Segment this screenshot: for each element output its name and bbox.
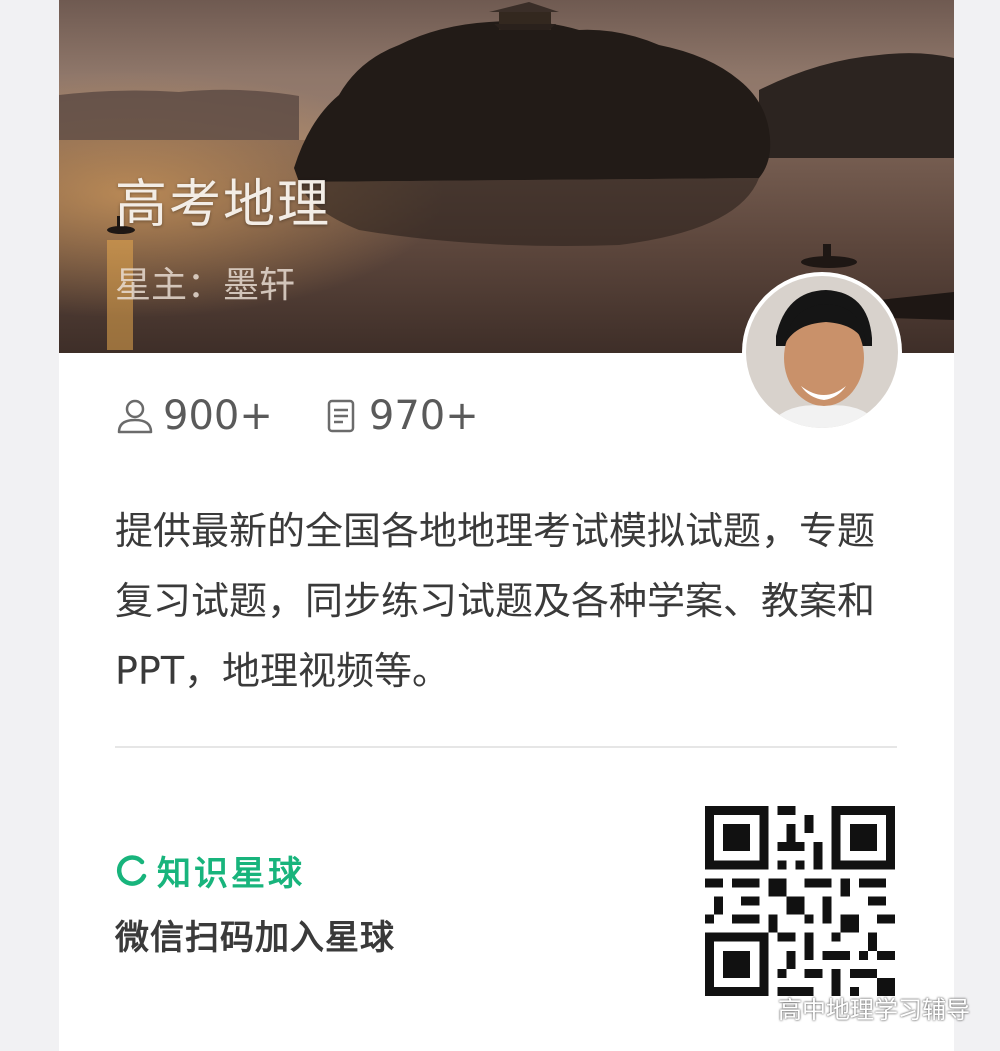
planet-owner: 星主：墨轩: [115, 265, 296, 306]
document-icon: [327, 399, 355, 433]
divider: [115, 746, 897, 748]
qr-code[interactable]: [705, 806, 895, 996]
members-count: 900+: [163, 393, 273, 439]
wechat-icon: [743, 996, 771, 1018]
watermark-text: 高中地理学习辅导: [778, 996, 970, 1024]
posts-stat: 970+: [321, 393, 479, 439]
join-instruction: 微信扫码加入星球: [115, 918, 395, 958]
planet-title: 高考地理: [115, 175, 332, 235]
owner-avatar[interactable]: [746, 276, 898, 428]
planet-description: 提供最新的全国各地地理考试模拟试题，专题复习试题，同步练习试题及各种学案、教案和…: [115, 509, 876, 693]
zsxq-brand: 知识星球: [115, 846, 305, 895]
avatar-image: [746, 276, 898, 428]
posts-count: 970+: [368, 393, 479, 439]
planet-card[interactable]: 高考地理 星主：墨轩 900+ 970+ 提供最新的全国各地地理考试模拟试题，专…: [59, 0, 954, 1051]
wechat-watermark: 高中地理学习辅导: [742, 990, 970, 1025]
zsxq-logo-icon: [116, 854, 147, 886]
person-icon: [117, 399, 153, 434]
planet-stats: 900+ 970+: [115, 390, 527, 442]
members-stat: 900+: [115, 393, 273, 439]
brand-name: 知识星球: [157, 854, 305, 894]
